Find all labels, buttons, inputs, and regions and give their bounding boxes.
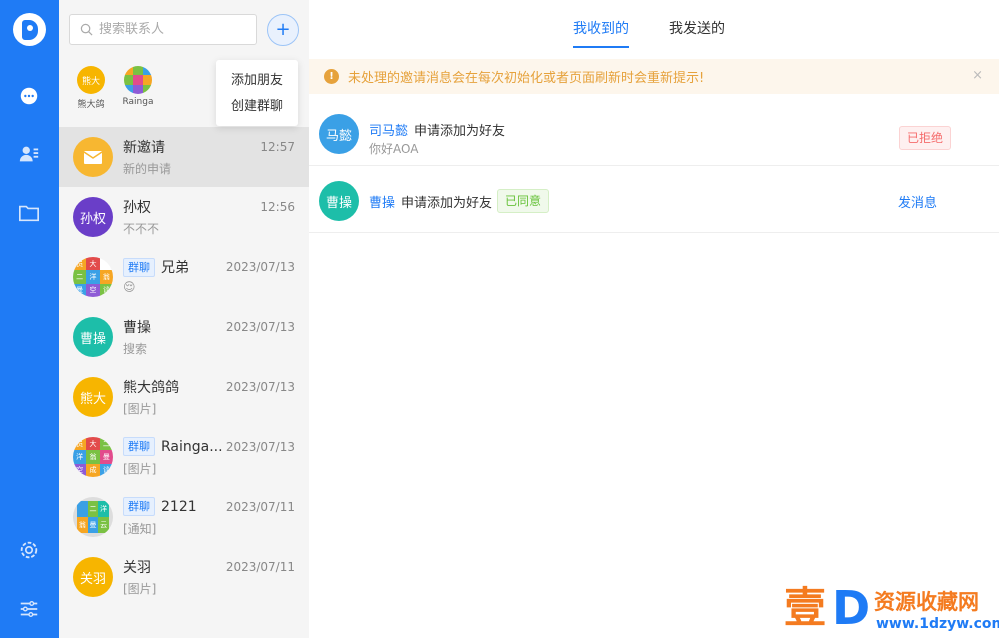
contact-time: 2023/07/13	[225, 260, 295, 274]
watermark-d: D	[832, 581, 871, 635]
avatar: 二洋 翁曼云	[73, 497, 113, 537]
request-row: 马懿 司马懿 申请添加为好友 你好AOA 已拒绝	[309, 102, 999, 166]
request-message: 申请添加为好友	[414, 124, 506, 139]
group-tag: 群聊	[123, 497, 155, 516]
contact-name: 孙权	[123, 200, 151, 216]
avatar: 马懿	[319, 114, 359, 154]
contact-preview: [图片]	[123, 402, 157, 416]
avatar: 曹操	[319, 181, 359, 221]
send-message-link[interactable]: 发消息	[898, 193, 937, 215]
logo-icon	[13, 13, 46, 46]
contact-time: 2023/07/11	[225, 500, 295, 514]
list-item[interactable]: 关羽 关羽 2023/07/11 [图片]	[59, 547, 309, 607]
watermark: 壹 D 资源收藏网 www.1dzyw.com	[784, 582, 999, 638]
warning-icon: !	[324, 69, 339, 84]
requester-name[interactable]: 曹操	[369, 192, 395, 211]
contact-preview: 不不不	[123, 222, 160, 236]
request-line: 司马懿 申请添加为好友	[369, 120, 505, 139]
quick-contact-label: 熊大鸽	[77, 100, 105, 110]
notice-text: 未处理的邀请消息会在每次初始化或者页面刷新时会重新提示!	[348, 71, 705, 86]
group-tag: 群聊	[123, 437, 155, 456]
list-item[interactable]: 员大 二洋翁 曼空谈 群聊 兄弟 2023/07/13 😌	[59, 247, 309, 307]
contact-name: 群聊 Rainga...	[123, 437, 223, 456]
chat-icon[interactable]	[17, 84, 41, 108]
search-input[interactable]	[99, 22, 249, 37]
group-tag: 群聊	[123, 257, 155, 277]
create-group-menu-item[interactable]: 创建群聊	[216, 94, 298, 120]
search-box	[69, 14, 257, 45]
status-badge: 已拒绝	[899, 126, 952, 150]
contact-name: 群聊 兄弟	[123, 257, 189, 277]
close-icon[interactable]: ×	[972, 68, 983, 83]
search-icon	[80, 23, 93, 36]
left-rail	[0, 0, 59, 638]
contact-preview: [通知]	[123, 522, 157, 536]
status-badge: 已同意	[497, 189, 550, 213]
request-message: 申请添加为好友	[401, 195, 493, 211]
contact-name: 关羽	[123, 560, 151, 576]
avatar: 熊大	[73, 377, 113, 417]
avatar: 员大二 洋翁曼 空成谈	[73, 437, 113, 477]
contact-time: 2023/07/11	[225, 560, 295, 574]
avatar: 孙权	[73, 197, 113, 237]
contact-time: 2023/07/13	[225, 380, 295, 394]
contact-preview: 😌	[123, 280, 136, 294]
tab-sent[interactable]: 我发送的	[669, 18, 725, 38]
quick-contact[interactable]: 熊大 熊大鸽	[71, 66, 111, 110]
contact-time: 12:56	[260, 200, 295, 214]
contact-preview: 新的申请	[123, 162, 172, 176]
tab-bar: 我收到的 我发送的	[309, 0, 999, 50]
request-note: 你好AOA	[369, 142, 419, 156]
list-item[interactable]: 曹操 曹操 2023/07/13 搜索	[59, 307, 309, 367]
avatar: 曹操	[73, 317, 113, 357]
sliders-icon[interactable]	[17, 597, 41, 621]
list-item[interactable]: 熊大 熊大鸽鸽 2023/07/13 [图片]	[59, 367, 309, 427]
contact-name: 群聊 2121	[123, 497, 197, 516]
list-item[interactable]: 二洋 翁曼云 群聊 2121 2023/07/11 [通知]	[59, 487, 309, 547]
contact-time: 12:57	[260, 140, 295, 154]
tab-received[interactable]: 我收到的	[573, 18, 629, 48]
avatar: 员大 二洋翁 曼空谈	[73, 257, 113, 297]
add-friend-menu-item[interactable]: 添加朋友	[216, 68, 298, 94]
avatar: 关羽	[73, 557, 113, 597]
avatar: 熊大	[77, 66, 105, 94]
add-menu-popup: 添加朋友 创建群聊	[216, 60, 298, 126]
contacts-icon[interactable]	[17, 142, 41, 166]
list-item[interactable]: 孙权 孙权 12:56 不不不	[59, 187, 309, 247]
contact-name: 新邀请	[123, 140, 165, 156]
avatar	[124, 66, 152, 94]
contact-name: 熊大鸽鸽	[123, 380, 179, 396]
list-item[interactable]: 新邀请 12:57 新的申请	[59, 127, 309, 187]
gear-icon[interactable]	[17, 538, 41, 562]
request-row: 曹操 曹操 申请添加为好友 已同意 发消息	[309, 169, 999, 233]
main-area: 我收到的 我发送的 ! 未处理的邀请消息会在每次初始化或者页面刷新时会重新提示!…	[309, 0, 999, 638]
watermark-title: 资源收藏网	[874, 590, 979, 614]
watermark-glyph: 壹	[784, 583, 827, 632]
quick-contact-label: Rainga	[122, 97, 154, 107]
contact-preview: [图片]	[123, 582, 157, 596]
quick-contact[interactable]: Rainga	[118, 66, 158, 107]
notice-bar: ! 未处理的邀请消息会在每次初始化或者页面刷新时会重新提示! ×	[309, 59, 999, 94]
watermark-url: www.1dzyw.com	[876, 616, 999, 632]
request-line: 曹操 申请添加为好友 已同意	[369, 189, 550, 213]
envelope-icon	[73, 137, 113, 177]
contact-time: 2023/07/13	[225, 320, 295, 334]
contact-preview: 搜索	[123, 342, 148, 356]
requester-name[interactable]: 司马懿	[369, 120, 408, 139]
contact-preview: [图片]	[123, 462, 157, 476]
list-item[interactable]: 员大二 洋翁曼 空成谈 群聊 Rainga... 2023/07/13 [图片]	[59, 427, 309, 487]
add-button[interactable]: +	[267, 14, 299, 46]
contact-name: 曹操	[123, 320, 151, 336]
contact-time: 2023/07/13	[225, 440, 295, 454]
folder-icon[interactable]	[17, 201, 41, 225]
